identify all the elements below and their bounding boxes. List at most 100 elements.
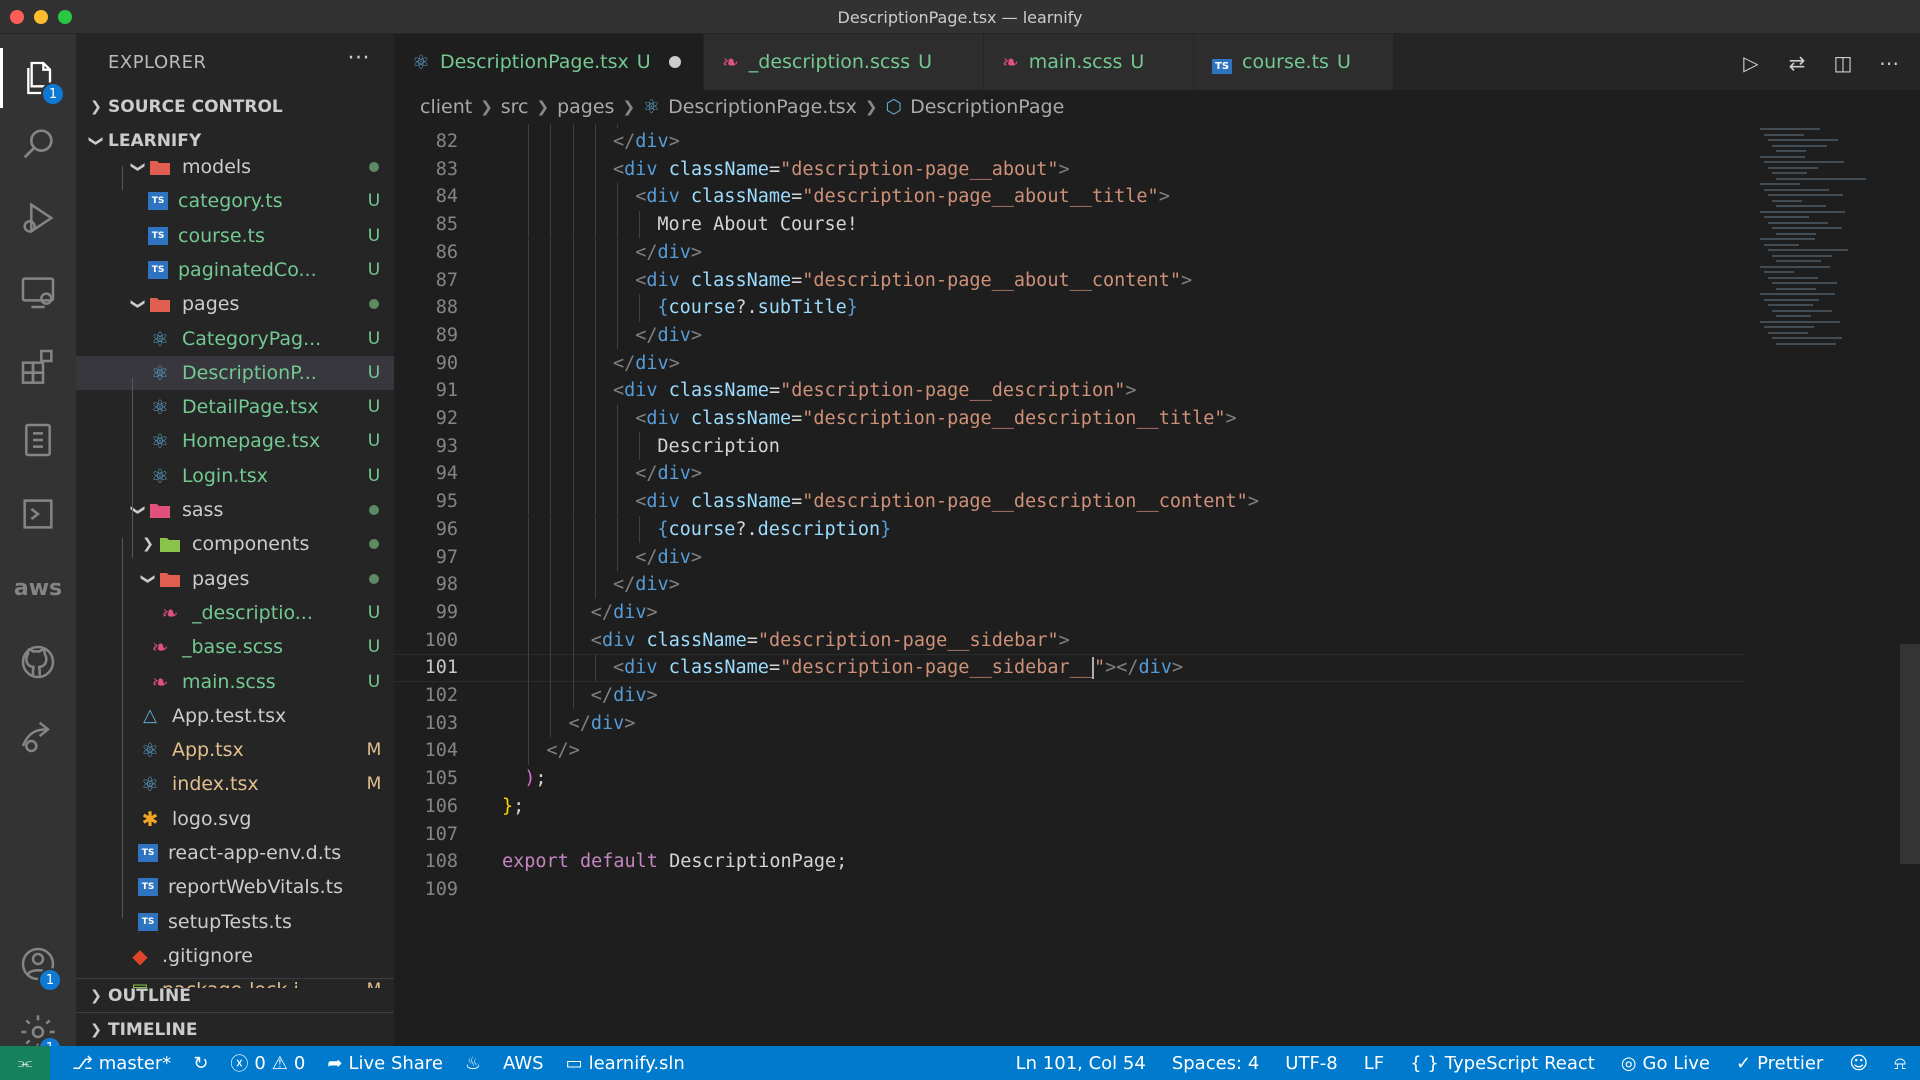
tree-file[interactable]: ❧ _base.scss U [76,630,394,664]
go-live-button[interactable]: ◎ Go Live [1621,1053,1710,1074]
notifications-bell-icon[interactable]: ⍾ [1894,1053,1906,1074]
aws-status[interactable]: AWS [503,1053,544,1074]
tree-folder[interactable]: ❯ pages [76,562,394,596]
unsaved-dot-icon[interactable] [668,56,681,68]
code-line[interactable]: 107 [394,820,1744,848]
code-line[interactable]: 102 </div> [394,682,1744,710]
breadcrumb-item[interactable]: pages [557,96,614,118]
code-line[interactable]: 83 <div className="description-page__abou… [394,155,1744,183]
run-icon[interactable]: ▷ [1738,50,1764,76]
code-line[interactable]: 89 </div> [394,322,1744,350]
tab-main-scss[interactable]: ❧ main.scss U [984,34,1194,90]
tree-file[interactable]: ⚛ CategoryPag... U [76,322,394,356]
tree-file[interactable]: ⚛ App.tsx M [76,733,394,767]
outline-section[interactable]: ❯ OUTLINE [76,978,394,1012]
code-line[interactable]: 92 <div className="description-page__desc… [394,405,1744,433]
code-line[interactable]: 105); [394,765,1744,793]
code-line[interactable]: 93 Description [394,432,1744,460]
tree-file[interactable]: TS react-app-env.d.ts [76,836,394,870]
problems-indicator[interactable]: ⓧ 0 ⚠ 0 [230,1050,305,1076]
tree-file[interactable]: ✱ logo.svg [76,802,394,836]
code-line[interactable]: 87 <div className="description-page__abou… [394,266,1744,294]
tree-file[interactable]: ⚛ DescriptionP... U [76,355,394,390]
code-line[interactable]: 91 <div className="description-page__desc… [394,377,1744,405]
tab-description-scss[interactable]: ❧ _description.scss U [704,34,984,90]
code-line[interactable]: 100 <div className="description-page__sid… [394,626,1744,654]
code-line[interactable]: 96 {course?.description} [394,516,1744,544]
tree-file[interactable]: ❧ main.scss U [76,665,394,699]
search-icon[interactable] [0,114,76,174]
tree-file[interactable]: TS setupTests.ts [76,905,394,939]
tree-folder[interactable]: ❯ components [76,527,394,561]
account-icon[interactable]: 1 [0,934,76,994]
sync-icon[interactable]: ↻ [193,1053,208,1074]
tree-folder[interactable]: ❯ pages [76,287,394,321]
cursor-position[interactable]: Ln 101, Col 54 [1016,1053,1146,1074]
code-line[interactable]: 97 </div> [394,543,1744,571]
breadcrumb-item[interactable]: DescriptionPage.tsx [668,96,857,118]
code-line[interactable]: 94 </div> [394,460,1744,488]
tree-file[interactable]: TS category.ts U [76,184,394,218]
code-line[interactable]: 82 </div> [394,128,1744,156]
code-line[interactable]: 90 </div> [394,349,1744,377]
code-line[interactable]: 103 </div> [394,709,1744,737]
minimap[interactable] [1750,124,1900,424]
project-section[interactable]: ❯ LEARNIFY [76,124,394,158]
live-share-button[interactable]: ➦ Live Share [327,1053,443,1074]
code-line[interactable]: 95 <div className="description-page__desc… [394,488,1744,516]
tree-file[interactable]: △ App.test.tsx [76,699,394,733]
tree-file[interactable]: TS course.ts U [76,219,394,253]
github-icon[interactable] [0,632,76,692]
prettier-status[interactable]: ✓ Prettier [1736,1053,1823,1074]
breadcrumb-item[interactable]: client [420,96,472,118]
end-of-line[interactable]: LF [1364,1053,1384,1074]
more-actions-icon[interactable]: ⋯ [1876,50,1902,76]
code-line[interactable]: 84 <div className="description-page__abou… [394,183,1744,211]
tree-file[interactable]: ⚛ index.tsx M [76,767,394,801]
terminal-icon[interactable] [0,484,76,544]
timeline-section[interactable]: ❯ TIMELINE [76,1012,394,1046]
solution-indicator[interactable]: ▭ learnify.sln [566,1053,685,1074]
feedback-icon[interactable]: ☺ [1849,1053,1868,1074]
tree-file[interactable]: TS paginatedCo... U [76,253,394,287]
tree-file[interactable]: ❧ _descriptio... U [76,596,394,630]
editor-scrollbar[interactable] [1900,644,1920,864]
code-line[interactable]: 109 [394,876,1744,904]
explorer-icon[interactable]: 1 [0,48,76,108]
code-line[interactable]: 88 {course?.subTitle} [394,294,1744,322]
code-line[interactable]: 98 </div> [394,571,1744,599]
tree-file[interactable]: ⚛ Homepage.tsx U [76,424,394,458]
tree-file[interactable]: ◆ .gitignore [76,939,394,973]
run-debug-icon[interactable] [0,188,76,248]
aws-icon[interactable]: aws [0,558,76,618]
extensions-icon[interactable] [0,336,76,396]
code-line[interactable]: 108 export default DescriptionPage; [394,848,1744,876]
code-line[interactable]: 86 </div> [394,239,1744,267]
tree-folder[interactable]: ❯ models [76,158,394,184]
language-mode[interactable]: { } TypeScript React [1410,1053,1595,1074]
code-line[interactable]: 101 <div className="description-page__sid… [394,654,1744,682]
code-line[interactable]: 104 </> [394,737,1744,765]
tab-description-page[interactable]: ⚛ DescriptionPage.tsx U [394,34,704,90]
code-line[interactable]: 85 More About Course! [394,211,1744,239]
source-control-section[interactable]: ❯ SOURCE CONTROL [76,90,394,124]
testing-icon[interactable] [0,410,76,470]
flame-icon[interactable]: ♨ [465,1053,481,1074]
tree-file[interactable]: ⚛ Login.tsx U [76,459,394,493]
more-actions-icon[interactable]: ··· [348,46,370,71]
compare-changes-icon[interactable]: ⇄ [1784,50,1810,76]
tab-course-ts[interactable]: TS course.ts U [1194,34,1394,90]
breadcrumb-item[interactable]: DescriptionPage [910,96,1064,118]
remote-indicator-icon[interactable]: ⫘ [0,1046,50,1080]
breadcrumb-item[interactable]: src [501,96,529,118]
tree-folder[interactable]: ❯ sass [76,493,394,527]
tree-file[interactable]: ⚛ DetailPage.tsx U [76,390,394,424]
split-editor-icon[interactable]: ◫ [1830,50,1856,76]
branch-indicator[interactable]: ⎇ master* [72,1053,171,1074]
tree-file[interactable]: TS reportWebVitals.ts [76,870,394,904]
code-editor[interactable]: 81</div>82</div>83<div className="descri… [394,124,1920,1046]
code-line[interactable]: 99 </div> [394,599,1744,627]
encoding[interactable]: UTF-8 [1285,1053,1337,1074]
live-share-icon[interactable] [0,706,76,766]
remote-explorer-icon[interactable] [0,262,76,322]
